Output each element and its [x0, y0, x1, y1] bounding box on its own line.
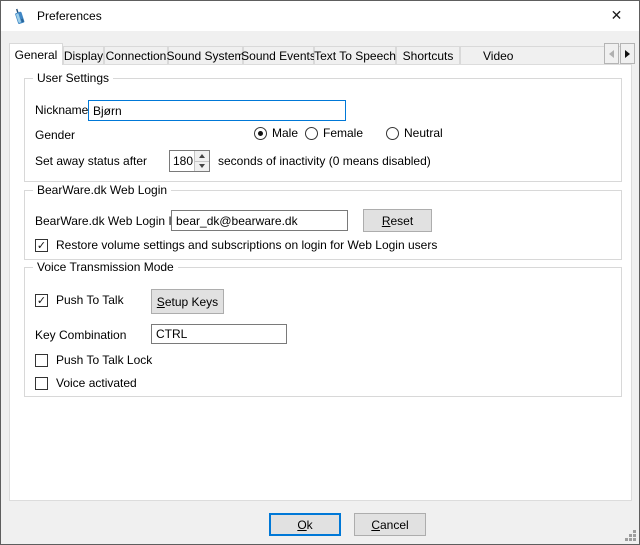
voice-activated-checkbox[interactable] [35, 377, 48, 390]
restore-volume-checkbox[interactable]: ✓ [35, 239, 48, 252]
radio-female-icon [305, 127, 318, 140]
gender-female-label[interactable]: Female [323, 126, 363, 140]
key-combination-input[interactable] [151, 324, 287, 344]
tab-scroll-buttons [603, 43, 635, 64]
tab-bar: General Display Connection Sound System … [9, 43, 635, 65]
restore-volume-checkbox-row[interactable]: ✓ Restore volume settings and subscripti… [35, 238, 437, 252]
radio-neutral-icon [386, 127, 399, 140]
resize-grip[interactable] [625, 530, 636, 541]
gender-male-label[interactable]: Male [272, 126, 298, 140]
setup-keys-button[interactable]: Setup Keys [151, 289, 224, 314]
web-login-legend: BearWare.dk Web Login [33, 183, 171, 197]
voice-transmission-legend: Voice Transmission Mode [33, 260, 178, 274]
tab-connection[interactable]: Connection [104, 46, 168, 65]
web-login-group: BearWare.dk Web Login BearWare.dk Web Lo… [24, 190, 622, 260]
spin-up-icon [199, 154, 205, 158]
close-button[interactable]: ✕ [594, 1, 639, 30]
gender-neutral-label[interactable]: Neutral [404, 126, 443, 140]
spin-down-icon [199, 164, 205, 168]
app-icon [11, 8, 28, 25]
tab-scroll-left-icon [609, 50, 614, 58]
preferences-dialog: Preferences ✕ General Display Connection… [0, 0, 640, 545]
away-seconds-value[interactable]: 180 [170, 151, 194, 171]
nickname-input[interactable] [88, 100, 346, 121]
tab-sound-system[interactable]: Sound System [168, 46, 243, 65]
web-login-id-label: BearWare.dk Web Login ID [35, 214, 180, 228]
voice-activated-label[interactable]: Voice activated [56, 376, 137, 390]
checkmark-icon: ✓ [37, 295, 46, 306]
away-seconds-spinner[interactable]: 180 [169, 150, 210, 172]
voice-activated-checkbox-row[interactable]: Voice activated [35, 376, 137, 390]
spin-down-button[interactable] [195, 162, 209, 172]
close-icon: ✕ [611, 8, 623, 24]
reset-button[interactable]: Reset [363, 209, 432, 232]
user-settings-legend: User Settings [33, 71, 113, 85]
tab-text-to-speech[interactable]: Text To Speech [314, 46, 396, 65]
checkmark-icon: ✓ [37, 240, 46, 251]
tab-general[interactable]: General [9, 43, 63, 65]
away-status-label: Set away status after [35, 154, 147, 168]
restore-volume-label[interactable]: Restore volume settings and subscription… [56, 238, 437, 252]
tab-scroll-right-icon [625, 50, 630, 58]
gender-radio-male[interactable]: Male [254, 126, 298, 140]
spinner-arrows [194, 151, 209, 171]
tab-scroll-left-button[interactable] [604, 43, 619, 64]
voice-transmission-group: Voice Transmission Mode ✓ Push To Talk S… [24, 267, 622, 397]
push-to-talk-checkbox[interactable]: ✓ [35, 294, 48, 307]
away-status-suffix: seconds of inactivity (0 means disabled) [218, 154, 431, 168]
title-bar[interactable]: Preferences ✕ [1, 1, 639, 31]
ok-button[interactable]: Ok [269, 513, 341, 536]
gender-label: Gender [35, 128, 75, 142]
web-login-id-input[interactable] [171, 210, 348, 231]
tab-sound-events[interactable]: Sound Events [243, 46, 314, 65]
tab-display[interactable]: Display [63, 46, 104, 65]
tab-shortcuts[interactable]: Shortcuts [396, 46, 460, 65]
window-title: Preferences [37, 9, 102, 23]
gender-radio-neutral[interactable]: Neutral [386, 126, 443, 140]
spin-up-button[interactable] [195, 151, 209, 162]
gender-radio-female[interactable]: Female [305, 126, 363, 140]
push-to-talk-lock-checkbox[interactable] [35, 354, 48, 367]
push-to-talk-lock-label[interactable]: Push To Talk Lock [56, 353, 152, 367]
general-tab-page: User Settings Nickname Gender Male Femal… [9, 64, 632, 501]
nickname-label: Nickname [35, 103, 88, 117]
key-combination-label: Key Combination [35, 328, 126, 342]
push-to-talk-lock-checkbox-row[interactable]: Push To Talk Lock [35, 353, 152, 367]
tab-scroll-right-button[interactable] [620, 43, 635, 64]
radio-male-icon [254, 127, 267, 140]
cancel-button[interactable]: Cancel [354, 513, 426, 536]
user-settings-group: User Settings Nickname Gender Male Femal… [24, 78, 622, 182]
push-to-talk-checkbox-row[interactable]: ✓ Push To Talk [35, 293, 124, 307]
push-to-talk-label[interactable]: Push To Talk [56, 293, 124, 307]
